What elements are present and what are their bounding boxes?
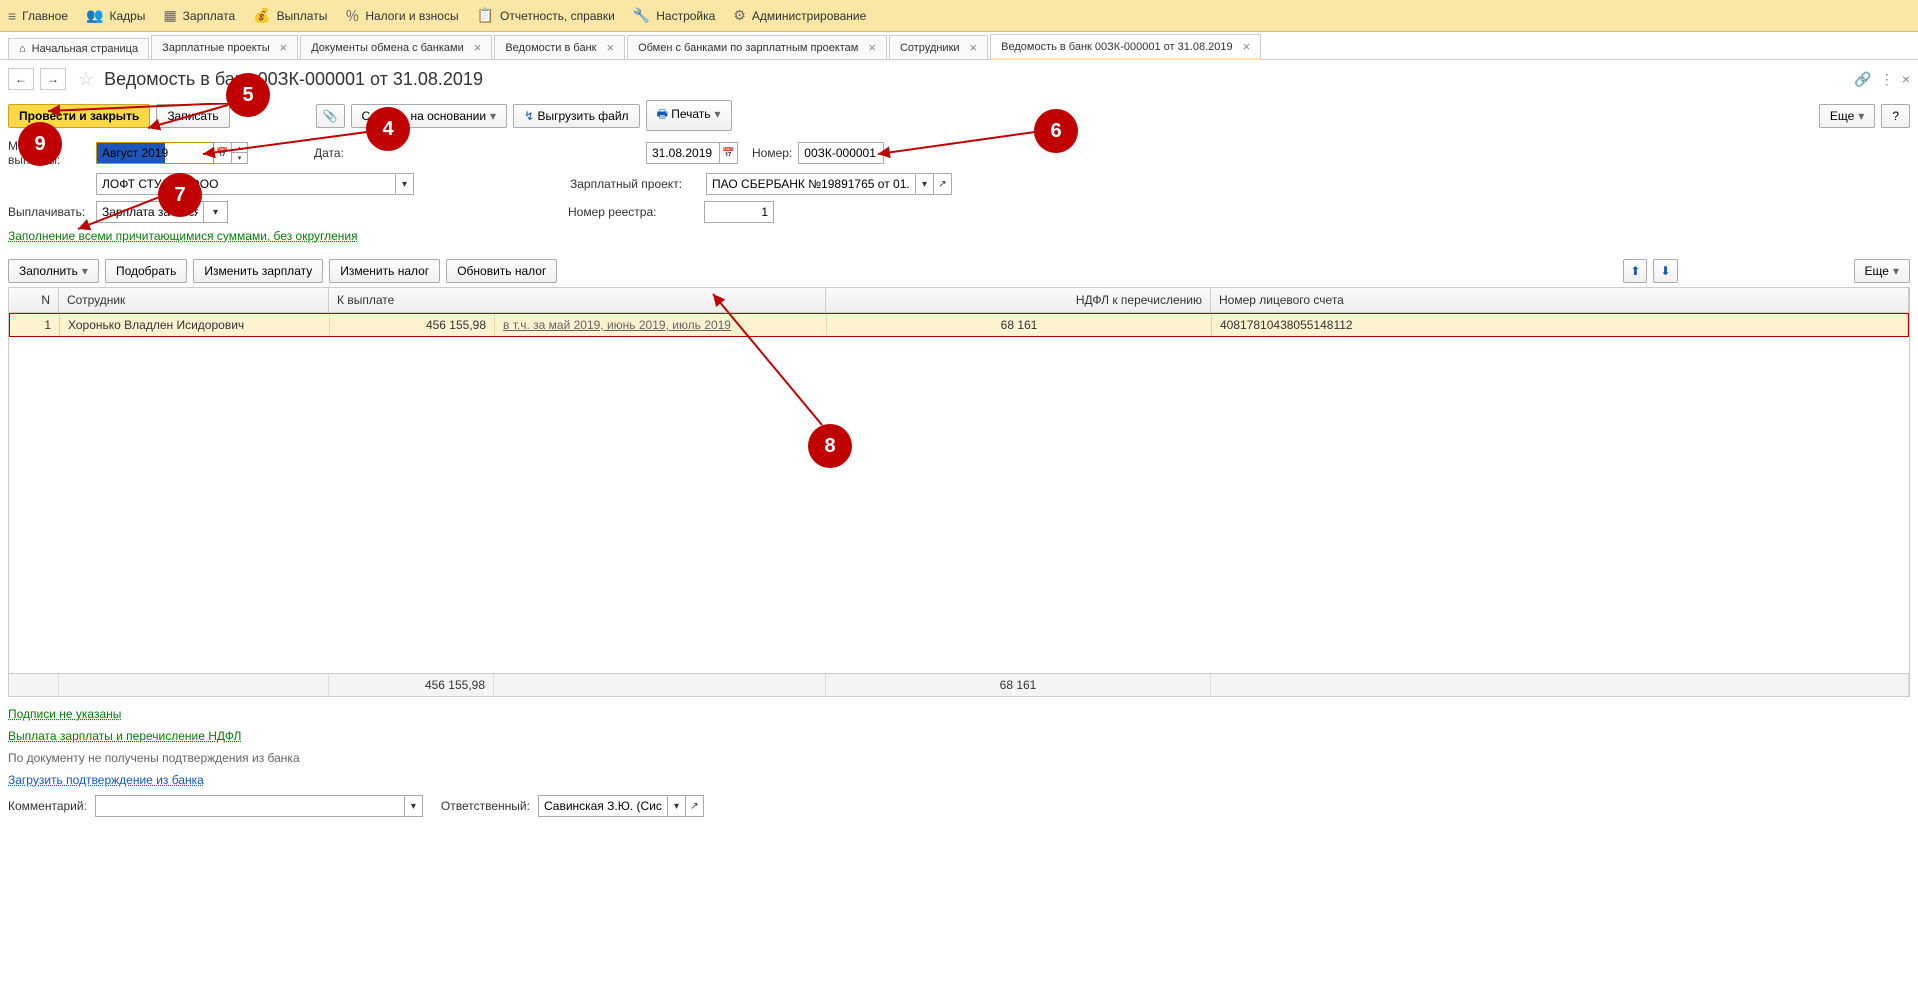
callout-4: 4 [366,107,410,151]
change-tax-button[interactable]: Изменить налог [329,259,440,283]
callout-7: 7 [158,173,202,217]
more-button[interactable]: Еще▾ [1819,104,1875,128]
tab[interactable]: Ведомость в банк 00ЗК-000001 от 31.08.20… [990,34,1261,60]
more-menu-icon[interactable]: ⋮ [1880,71,1894,88]
footer-ndfl-total: 68 161 [826,674,1211,696]
home-icon: ⌂ [19,43,26,55]
project-dropdown-icon[interactable]: ▾ [916,173,934,195]
gear-icon: ⚙ [733,7,746,24]
account-cell: 40817810438055148112 [1212,314,1908,336]
comment-label: Комментарий: [8,799,87,813]
responsible-dropdown-icon[interactable]: ▾ [668,795,686,817]
close-icon[interactable]: × [1243,39,1251,54]
topmenu-item[interactable]: 📋Отчетность, справки [477,7,615,24]
project-open-icon[interactable]: ↗ [934,173,952,195]
col-header-n[interactable]: N [9,288,59,312]
date-input[interactable] [646,142,720,164]
project-input[interactable] [706,173,916,195]
favorite-star-icon[interactable]: ☆ [78,69,94,90]
back-button[interactable]: ← [8,68,34,90]
col-header-employee[interactable]: Сотрудник [59,288,329,312]
responsible-input[interactable] [538,795,668,817]
employee-grid: N Сотрудник К выплате НДФЛ к перечислени… [8,287,1910,697]
no-confirmation-text: По документу не получены подтверждения и… [8,751,1910,765]
close-icon[interactable]: × [970,40,978,55]
registry-input[interactable] [704,201,774,223]
bottom-area: Подписи не указаны Выплата зарплаты и пе… [0,697,1918,825]
pick-button[interactable]: Подобрать [105,259,187,283]
close-icon[interactable]: × [606,40,614,55]
titlebar: ← → ☆ Ведомость в банк 00ЗК-000001 от 31… [0,60,1918,98]
topmenu-item[interactable]: 💰Выплаты [253,7,327,24]
topmenu-item[interactable]: 🔧Настройка [633,7,716,24]
callout-8: 8 [808,424,852,468]
print-button[interactable]: 🖶 Печать▾ [646,100,732,131]
grid-toolbar: Заполнить▾ Подобрать Изменить зарплату И… [0,255,1918,287]
close-icon[interactable]: × [280,40,288,55]
callout-5: 5 [226,73,270,117]
callout-9: 9 [18,122,62,166]
forward-button[interactable]: → [40,68,66,90]
project-label: Зарплатный проект: [570,177,700,191]
topmenu-item[interactable]: ≡Главное [8,8,68,24]
organization-input[interactable] [96,173,396,195]
employee-cell: Хоронько Владлен Исидорович [60,314,330,336]
table-row[interactable]: 1 Хоронько Владлен Исидорович 456 155,98… [9,313,1909,337]
ndfl-cell: 68 161 [827,314,1212,336]
document-title: Ведомость в банк 00ЗК-000001 от 31.08.20… [104,69,483,90]
help-button[interactable]: ? [1881,104,1910,128]
signatures-link[interactable]: Подписи не указаны [8,707,1910,721]
move-up-button[interactable]: ⬆ [1623,259,1647,283]
people-icon: 👥 [86,7,103,24]
tab[interactable]: Ведомости в банк× [494,35,625,59]
menu-icon: ≡ [8,8,16,24]
top-menu: ≡Главное 👥Кадры ▦Зарплата 💰Выплаты ％Налоги и… [0,0,1918,32]
link-icon[interactable]: 🔗 [1854,71,1871,88]
update-tax-button[interactable]: Обновить налог [446,259,557,283]
topmenu-item[interactable]: ％Налоги и взносы [345,6,458,26]
move-down-button[interactable]: ⬇ [1653,259,1677,283]
wrench-icon: 🔧 [633,7,650,24]
col-header-account[interactable]: Номер лицевого счета [1211,288,1909,312]
payment-tax-link[interactable]: Выплата зарплаты и перечисление НДФЛ [8,729,1910,743]
topmenu-item[interactable]: ▦Зарплата [163,7,235,24]
topmenu-item[interactable]: 👥Кадры [86,7,145,24]
pay-detail-link[interactable]: в т.ч. за май 2019, июнь 2019, июль 2019 [503,318,731,332]
responsible-open-icon[interactable]: ↗ [686,795,704,817]
comment-input[interactable] [95,795,405,817]
footer-pay-total: 456 155,98 [329,674,494,696]
export-file-button[interactable]: ↯ Выгрузить файл [513,104,639,128]
report-icon: 📋 [477,7,494,24]
comment-dropdown-icon[interactable]: ▾ [405,795,423,817]
dropdown-icon[interactable]: ▾ [396,173,414,195]
money-icon: 💰 [253,7,270,24]
change-salary-button[interactable]: Изменить зарплату [193,259,323,283]
fill-button[interactable]: Заполнить▾ [8,259,99,283]
close-icon[interactable]: × [868,40,876,55]
close-icon[interactable]: × [474,40,482,55]
calendar-icon: ▦ [163,7,176,24]
tab[interactable]: Зарплатные проекты× [151,35,298,59]
grid-more-button[interactable]: Еще▾ [1854,259,1910,283]
responsible-label: Ответственный: [441,799,530,813]
fill-options-link[interactable]: Заполнение всеми причитающимися суммами,… [8,229,358,243]
close-window-icon[interactable]: × [1902,71,1910,88]
tab[interactable]: Сотрудники× [889,35,988,59]
pay-type-dropdown-icon[interactable]: ▾ [204,201,228,223]
callout-6: 6 [1034,109,1078,153]
registry-label: Номер реестра: [568,205,698,219]
attachment-button[interactable]: 📎 [316,104,345,128]
topmenu-item[interactable]: ⚙Администрирование [733,7,866,24]
date-calendar-icon[interactable]: 📅 [720,142,738,164]
tab[interactable]: Обмен с банками по зарплатным проектам× [627,35,887,59]
tab[interactable]: ⌂Начальная страница [8,38,149,59]
load-confirmation-link[interactable]: Загрузить подтверждение из банка [8,773,1910,787]
tab[interactable]: Документы обмена с банками× [300,35,492,59]
col-header-ndfl[interactable]: НДФЛ к перечислению [826,288,1211,312]
percent-icon: ％ [345,6,359,26]
number-label: Номер: [752,146,792,160]
pay-cell: 456 155,98 [330,314,495,336]
document-tabs: ⌂Начальная страницаЗарплатные проекты×До… [0,32,1918,60]
